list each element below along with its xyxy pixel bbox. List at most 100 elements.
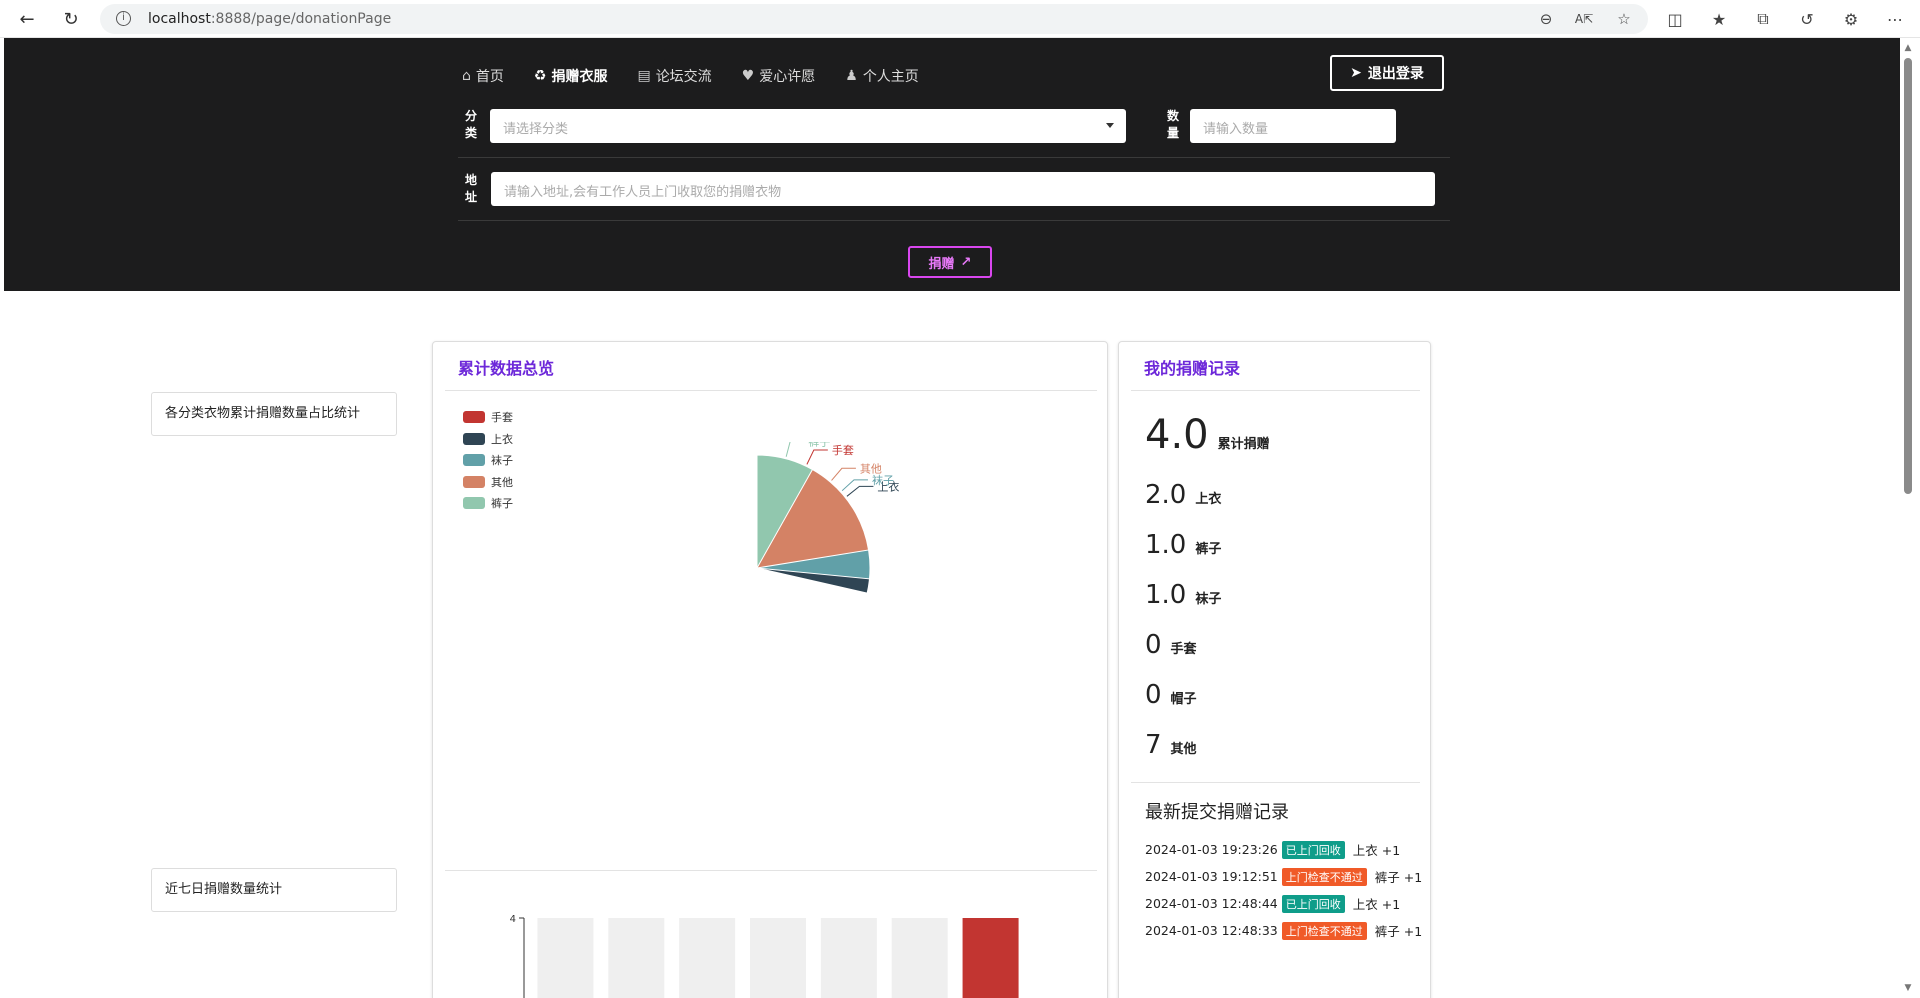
pie-label-line bbox=[785, 442, 791, 457]
stat-item: 0 帽子 bbox=[1145, 680, 1197, 710]
pie-chart: 手套上衣袜子其他裤子 bbox=[756, 442, 899, 594]
pie-label-line bbox=[806, 449, 828, 465]
site-info-icon[interactable]: i bbox=[116, 11, 131, 26]
extensions-icon[interactable]: ⚙ bbox=[1840, 8, 1862, 30]
address-bar[interactable]: i localhost:8888/page/donationPage ⊖ A⇱ … bbox=[100, 4, 1648, 34]
record-row: 2024-01-03 12:48:33 上门检查不通过 裤子 +1 bbox=[1145, 921, 1422, 940]
bar[interactable] bbox=[962, 918, 1019, 998]
nav-profile[interactable]: ♟ 个人主页 bbox=[845, 66, 919, 86]
favorites-icon[interactable]: ★ bbox=[1708, 8, 1730, 30]
scroll-up-icon[interactable]: ▲ bbox=[1902, 42, 1914, 54]
donate-label: 捐赠 bbox=[928, 256, 955, 272]
pie-label: 裤子 bbox=[808, 442, 830, 448]
address-placeholder: 请输入地址,会有工作人员上门收取您的捐赠衣物 bbox=[504, 185, 782, 200]
logout-button[interactable]: ➤ 退出登录 bbox=[1330, 55, 1444, 91]
records-divider-2 bbox=[1131, 782, 1420, 783]
favorite-star-icon[interactable]: ☆ bbox=[1614, 9, 1634, 29]
read-aloud-icon[interactable]: A⇱ bbox=[1574, 9, 1594, 29]
bar-background bbox=[750, 918, 806, 998]
stat-total: 4.0 累计捐赠 bbox=[1145, 412, 1270, 458]
record-time: 2024-01-03 19:23:26 bbox=[1145, 842, 1278, 857]
status-badge: 上门检查不通过 bbox=[1281, 867, 1367, 886]
record-time: 2024-01-03 19:12:51 bbox=[1145, 869, 1278, 884]
collections-icon[interactable]: ⧉ bbox=[1752, 8, 1774, 30]
pie-label-line bbox=[846, 485, 874, 497]
quantity-label: 数量 bbox=[1166, 109, 1179, 140]
stat-item: 2.0 上衣 bbox=[1145, 480, 1221, 510]
more-menu-icon[interactable]: ⋯ bbox=[1884, 8, 1906, 30]
stat-item: 1.0 袜子 bbox=[1145, 580, 1221, 610]
back-icon[interactable]: ← bbox=[14, 6, 40, 32]
stat-item: 7 其他 bbox=[1145, 730, 1197, 760]
stat-number: 1.0 bbox=[1145, 530, 1187, 560]
legend-label: 手套 bbox=[491, 411, 513, 424]
bar-chart: 4 bbox=[510, 914, 1019, 998]
overview-divider bbox=[445, 390, 1097, 391]
heart-icon: ♥ bbox=[741, 68, 755, 84]
bar-background bbox=[891, 918, 948, 998]
url-text[interactable]: localhost:8888/page/donationPage bbox=[148, 11, 391, 27]
page-scrollbar[interactable]: ▲ ▼ bbox=[1900, 38, 1916, 998]
stat-number: 0 bbox=[1145, 680, 1162, 710]
split-screen-icon[interactable]: ◫ bbox=[1664, 8, 1686, 30]
scroll-down-icon[interactable]: ▼ bbox=[1902, 982, 1914, 994]
nav-forum[interactable]: ▤ 论坛交流 bbox=[637, 66, 711, 86]
nav-wish-label: 爱心许愿 bbox=[759, 69, 816, 85]
quantity-input[interactable]: 请输入数量 bbox=[1190, 109, 1396, 143]
nav-wish[interactable]: ♥ 爱心许愿 bbox=[742, 66, 816, 86]
nav-forum-label: 论坛交流 bbox=[655, 69, 712, 85]
nav-donate-clothes[interactable]: ♻ 捐赠衣服 bbox=[534, 66, 608, 86]
home-icon: ⌂ bbox=[462, 68, 471, 84]
stat-label: 帽子 bbox=[1170, 692, 1197, 707]
page-header: ⌂ 首页 ♻ 捐赠衣服 ▤ 论坛交流 ♥ 爱心许愿 ♟ 个人主页 ➤ 退出登录 bbox=[4, 38, 1900, 291]
zoom-out-icon[interactable]: ⊖ bbox=[1536, 9, 1556, 29]
stat-number: 4.0 bbox=[1145, 412, 1209, 458]
status-badge: 已上门回收 bbox=[1281, 840, 1345, 859]
quantity-placeholder: 请输入数量 bbox=[1203, 122, 1269, 137]
latest-records-title: 最新提交捐赠记录 bbox=[1145, 802, 1289, 823]
stat-number: 7 bbox=[1145, 730, 1162, 760]
nav-profile-label: 个人主页 bbox=[862, 69, 919, 85]
legend-item[interactable]: 手套 bbox=[463, 409, 513, 425]
records-card: 我的捐赠记录 4.0 累计捐赠 2.0 上衣 1.0 裤子 1.0 袜子 0 手套 0 帽子 7 其他 最… bbox=[1118, 341, 1431, 998]
record-item: 裤子 +1 bbox=[1374, 924, 1423, 939]
record-row: 2024-01-03 19:12:51 上门检查不通过 裤子 +1 bbox=[1145, 867, 1422, 886]
bar-background bbox=[679, 918, 736, 998]
pie-label-line bbox=[831, 467, 856, 481]
bar-y-tick-label: 4 bbox=[510, 914, 516, 925]
record-item: 裤子 +1 bbox=[1374, 870, 1423, 885]
nav-home[interactable]: ⌂ 首页 bbox=[462, 66, 504, 86]
stat-label: 上衣 bbox=[1195, 492, 1222, 507]
stat-number: 2.0 bbox=[1145, 480, 1187, 510]
history-icon[interactable]: ↺ bbox=[1796, 8, 1818, 30]
record-item: 上衣 +1 bbox=[1352, 843, 1401, 858]
legend-swatch bbox=[463, 411, 485, 423]
category-placeholder: 请选择分类 bbox=[503, 122, 569, 137]
bar-background bbox=[820, 918, 877, 998]
records-divider bbox=[1131, 390, 1420, 391]
nav-home-label: 首页 bbox=[475, 69, 504, 85]
share-out-icon: ↗ bbox=[960, 254, 972, 270]
records-title: 我的捐赠记录 bbox=[1144, 359, 1241, 378]
stat-number: 0 bbox=[1145, 630, 1162, 660]
category-select[interactable]: 请选择分类 bbox=[490, 109, 1126, 143]
category-label: 分类 bbox=[464, 109, 477, 140]
record-time: 2024-01-03 12:48:33 bbox=[1145, 923, 1278, 938]
address-label: 地址 bbox=[464, 173, 477, 204]
address-input[interactable]: 请输入地址,会有工作人员上门收取您的捐赠衣物 bbox=[491, 172, 1435, 206]
category-quantity-row: 分类 请选择分类 数量 请输入数量 bbox=[458, 96, 1450, 158]
scroll-thumb[interactable] bbox=[1904, 58, 1912, 494]
donate-submit-button[interactable]: 捐赠 ↗ bbox=[908, 246, 992, 278]
pie-stat-tag[interactable]: 各分类衣物累计捐赠数量占比统计 bbox=[151, 392, 397, 436]
record-row: 2024-01-03 12:48:44 已上门回收 上衣 +1 bbox=[1145, 894, 1400, 913]
refresh-icon[interactable]: ↻ bbox=[58, 6, 84, 32]
stat-label: 手套 bbox=[1170, 642, 1197, 657]
stat-label: 袜子 bbox=[1195, 592, 1222, 607]
bar-stat-tag[interactable]: 近七日捐赠数量统计 bbox=[151, 868, 397, 912]
status-badge: 上门检查不通过 bbox=[1281, 921, 1367, 940]
stat-label: 裤子 bbox=[1195, 542, 1222, 557]
chart-divider bbox=[445, 870, 1097, 871]
record-row: 2024-01-03 19:23:26 已上门回收 上衣 +1 bbox=[1145, 840, 1400, 859]
overview-title: 累计数据总览 bbox=[458, 359, 555, 378]
forum-icon: ▤ bbox=[637, 68, 651, 84]
